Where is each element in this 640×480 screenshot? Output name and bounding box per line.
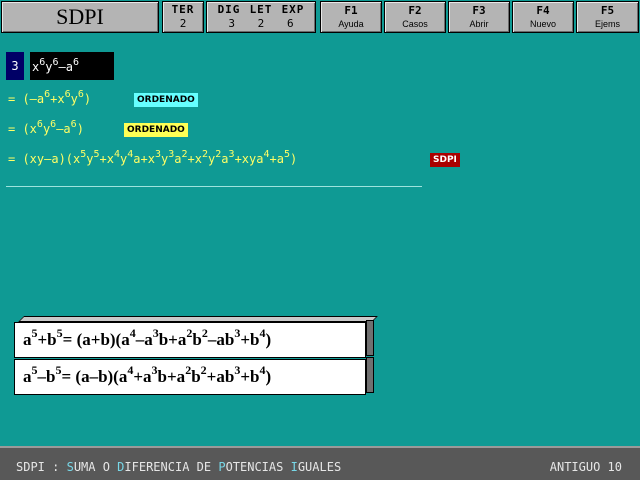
status-initial-s: S (66, 460, 74, 474)
app-title: SDPI (1, 1, 159, 33)
status-prefix: SDPI : (16, 460, 67, 474)
let-value: 2 (257, 17, 265, 30)
ter-indicator: TER 2 (162, 1, 204, 33)
f2-cases-button[interactable]: F2 Casos (384, 1, 446, 33)
f3-open-button[interactable]: F3 Abrir (448, 1, 510, 33)
ter-label: TER (171, 3, 195, 16)
status-word-potencias: OTENCIAS (225, 460, 291, 474)
step-line-3: = (xy–a)(x5y5+x4y4a+x3y3a2+x2y2a3+xya4+a… (8, 149, 298, 167)
f5-examples-button[interactable]: F5 Ejems (576, 1, 639, 33)
f2-key-label: F2 (408, 4, 422, 17)
dig-value: 3 (228, 17, 235, 30)
f4-new-button[interactable]: F4 Nuevo (512, 1, 574, 33)
f5-key-label: F5 (600, 4, 615, 17)
dig-let-exp-indicator: DIG LET EXP 3 2 6 (206, 1, 316, 33)
difference-of-fifth-powers-formula: a5–b5= (a–b)(a4+a3b+a2b2+ab3+b4) (14, 359, 366, 395)
f3-key-label: F3 (472, 4, 486, 17)
status-bar: SDPI : SUMA O DIFERENCIA DE POTENCIAS IG… (0, 446, 640, 480)
f1-action-label: Ayuda (338, 19, 364, 29)
divider (6, 186, 422, 187)
sdpi-badge: SDPI (430, 153, 460, 167)
ordenado-badge-1: ORDENADO (134, 93, 198, 107)
f1-key-label: F1 (344, 4, 358, 17)
dig-label: DIG (217, 3, 241, 16)
status-mode: ANTIGUO 10 (549, 460, 622, 474)
status-initial-i: I (290, 460, 298, 474)
status-description: SDPI : SUMA O DIFERENCIA DE POTENCIAS IG… (16, 460, 341, 474)
status-word-iguales: GUALES (297, 460, 342, 474)
f3-action-label: Abrir (469, 19, 489, 29)
ordenado-badge-2: ORDENADO (124, 123, 188, 137)
exp-label: EXP (281, 3, 305, 16)
formula-panel-shadow-2 (366, 357, 374, 393)
status-word-diferencia: IFERENCIA DE (124, 460, 219, 474)
status-word-suma: UMA O (73, 460, 118, 474)
f5-action-label: Ejems (594, 19, 620, 29)
step-number: 3 (6, 52, 24, 80)
top-toolbar: SDPI TER 2 DIG LET EXP 3 2 6 F1 Ayuda F2… (0, 0, 640, 36)
formula-panel-shadow-1 (366, 320, 374, 356)
step-line-1: = (–a6+x6y6) (8, 89, 92, 107)
sum-of-fifth-powers-formula: a5+b5= (a+b)(a4–a3b+a2b2–ab3+b4) (14, 322, 366, 358)
f4-key-label: F4 (536, 4, 550, 17)
status-initial-p: P (218, 460, 226, 474)
step-line-2: = (x6y6–a6) (8, 119, 84, 137)
exp-value: 6 (287, 17, 294, 30)
f2-action-label: Casos (402, 19, 428, 29)
ter-value: 2 (179, 17, 187, 30)
let-label: LET (249, 3, 273, 16)
expression-input[interactable]: x6y6–a6 (30, 52, 114, 80)
f1-help-button[interactable]: F1 Ayuda (320, 1, 382, 33)
f4-action-label: Nuevo (529, 19, 556, 29)
